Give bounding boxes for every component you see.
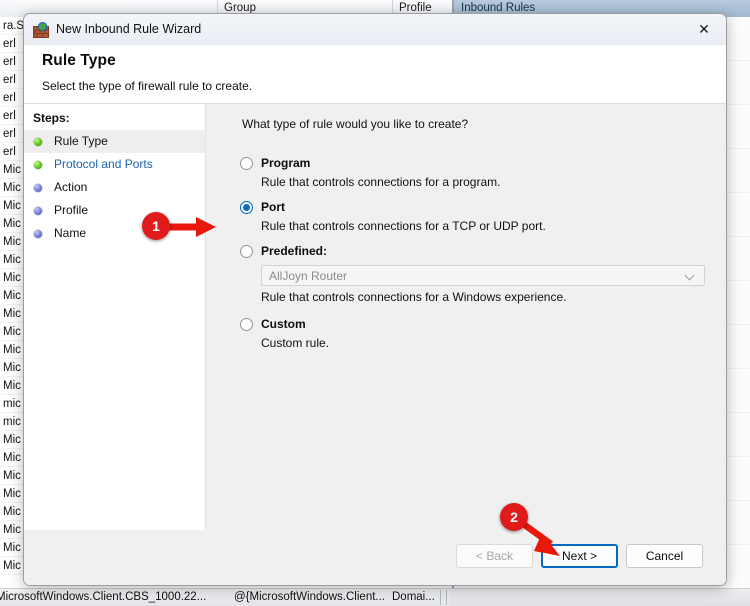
- rule-type-option-description: Rule that controls connections for a Win…: [261, 290, 567, 304]
- dialog-title: New Inbound Rule Wizard: [56, 22, 202, 36]
- status-bar-cell-2: @{MicrosoftWindows.Client...: [234, 591, 385, 603]
- sidebar-step-label: Profile: [54, 203, 89, 217]
- sidebar-step-label: Rule Type: [54, 134, 108, 148]
- sidebar-step-name[interactable]: Name: [24, 222, 205, 245]
- step-complete-bullet-icon: [34, 138, 42, 146]
- content-pane: What type of rule would you like to crea…: [207, 104, 726, 585]
- page-subtitle: Select the type of firewall rule to crea…: [42, 79, 253, 93]
- steps-label: Steps:: [33, 111, 70, 125]
- radio-custom-unchecked[interactable]: [240, 318, 253, 331]
- radio-program-unchecked[interactable]: [240, 157, 253, 170]
- predefined-rule-dropdown-value: AllJoyn Router: [269, 269, 348, 283]
- rule-type-option-predefined[interactable]: Predefined: AllJoyn Router Rule that contr…: [240, 243, 706, 305]
- radio-port-checked[interactable]: [240, 201, 253, 214]
- chevron-down-icon: [686, 272, 695, 277]
- steps-list: Rule Type Protocol and Ports Action Profile…: [24, 130, 205, 245]
- status-bar-divider-1: [440, 590, 441, 605]
- screenshot-root: Group Profile ra.S erl erl erl erl erl erl erl M…: [0, 0, 750, 606]
- back-button[interactable]: < Back: [456, 544, 533, 568]
- rule-type-option-description: Rule that controls connections for a TCP…: [261, 219, 546, 233]
- next-button[interactable]: Next >: [541, 544, 618, 568]
- rule-type-option-label: Predefined:: [261, 244, 328, 258]
- page-title: Rule Type: [42, 52, 116, 69]
- new-inbound-rule-wizard-dialog: New Inbound Rule Wizard ✕ Rule Type Sele…: [23, 13, 727, 586]
- rule-type-option-custom[interactable]: Custom Custom rule.: [240, 316, 706, 351]
- predefined-rule-dropdown[interactable]: AllJoyn Router: [261, 265, 705, 286]
- sidebar-step-rule-type[interactable]: Rule Type: [24, 130, 205, 153]
- sidebar-step-label: Action: [54, 180, 88, 194]
- step-complete-bullet-icon: [34, 161, 42, 169]
- firewall-icon: [33, 22, 49, 38]
- sidebar-step-protocol-and-ports[interactable]: Protocol and Ports: [24, 153, 205, 176]
- status-bar-divider-2: [446, 590, 447, 605]
- status-bar-cell-1: MicrosoftWindows.Client.CBS_1000.22...: [0, 591, 207, 603]
- dialog-titlebar[interactable]: New Inbound Rule Wizard ✕: [24, 14, 726, 45]
- dialog-body: Steps: Rule Type Protocol and Ports Action…: [24, 104, 726, 585]
- cancel-button[interactable]: Cancel: [626, 544, 703, 568]
- dialog-footer: < Back Next > Cancel: [24, 530, 726, 585]
- step-pending-bullet-icon: [34, 184, 42, 192]
- rule-type-option-label: Port: [261, 200, 285, 214]
- close-icon[interactable]: ✕: [682, 14, 726, 45]
- rule-type-option-description: Rule that controls connections for a pro…: [261, 175, 501, 189]
- rule-type-option-description: Custom rule.: [261, 336, 330, 350]
- sidebar-step-label: Protocol and Ports: [54, 157, 153, 171]
- rule-type-option-program[interactable]: Program Rule that controls connections fo…: [240, 155, 706, 190]
- rule-type-radio-group: Program Rule that controls connections fo…: [240, 155, 706, 360]
- rule-type-option-port[interactable]: Port Rule that controls connections for a…: [240, 199, 706, 234]
- sidebar-step-label: Name: [54, 226, 87, 240]
- question-label: What type of rule would you like to crea…: [242, 117, 469, 131]
- steps-sidebar: Steps: Rule Type Protocol and Ports Action…: [24, 104, 206, 585]
- status-bar-cell-3: Domai...: [392, 591, 435, 603]
- step-pending-bullet-icon: [34, 207, 42, 215]
- status-bar: MicrosoftWindows.Client.CBS_1000.22... @…: [0, 588, 750, 606]
- rule-type-option-label: Custom: [261, 317, 306, 331]
- radio-predefined-unchecked[interactable]: [240, 245, 253, 258]
- status-bar-right-fill: [450, 589, 750, 606]
- rule-type-option-label: Program: [261, 156, 311, 170]
- sidebar-step-action[interactable]: Action: [24, 176, 205, 199]
- dialog-header: Rule Type Select the type of firewall ru…: [24, 45, 726, 104]
- sidebar-step-profile[interactable]: Profile: [24, 199, 205, 222]
- step-pending-bullet-icon: [34, 230, 42, 238]
